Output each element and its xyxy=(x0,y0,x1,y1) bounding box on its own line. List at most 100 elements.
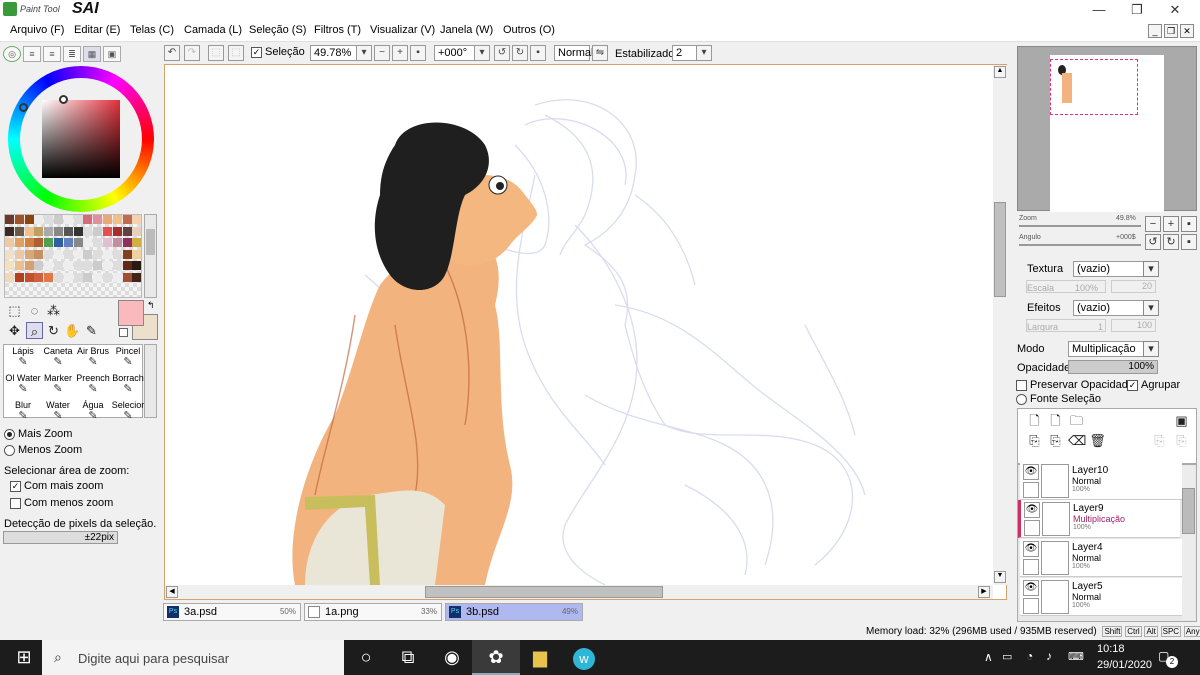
color-swatch[interactable] xyxy=(63,238,73,247)
nav-zoom-in-icon[interactable]: + xyxy=(1163,216,1179,232)
color-swatch[interactable] xyxy=(112,215,122,224)
color-swatch[interactable] xyxy=(132,272,142,282)
minimize-button[interactable]: — xyxy=(1082,0,1116,20)
mdi-restore-button[interactable]: ❐ xyxy=(1164,24,1178,38)
artwork[interactable] xyxy=(165,65,993,585)
color-swatch[interactable] xyxy=(34,249,44,259)
new-linework-layer-icon[interactable]: 🗋 xyxy=(1047,412,1064,429)
copy-layer-icon[interactable]: ⎘ xyxy=(1026,432,1043,449)
nav-zoom-reset-icon[interactable]: ▪ xyxy=(1181,216,1197,232)
color-swatch[interactable] xyxy=(93,261,103,270)
blend-field[interactable]: Normal xyxy=(554,45,593,61)
eyedropper-icon[interactable]: ✎ xyxy=(83,322,100,339)
pixel-detect-slider[interactable]: ±22pix xyxy=(3,531,118,544)
hand-icon[interactable]: ✋ xyxy=(64,322,81,339)
maximize-button[interactable]: ❐ xyxy=(1120,0,1154,20)
menu-camada[interactable]: Camada (L) xyxy=(184,24,242,36)
color-swatch[interactable] xyxy=(103,226,112,236)
layer-row[interactable]: 👁 Layer5 Normal 100% xyxy=(1020,578,1182,616)
lock-toggle[interactable] xyxy=(1023,559,1039,575)
color-swatch[interactable] xyxy=(14,215,24,224)
color-swatch[interactable] xyxy=(34,238,44,247)
color-swatch[interactable] xyxy=(132,249,142,259)
brush-slot[interactable]: Preench ✎ xyxy=(74,373,112,401)
nav-zoom-out-icon[interactable]: − xyxy=(1145,216,1161,232)
color-swatch[interactable] xyxy=(83,249,93,259)
mdi-minimize-button[interactable]: _ xyxy=(1148,24,1162,38)
color-swatch[interactable] xyxy=(54,226,63,236)
zoom-in-icon[interactable]: + xyxy=(392,45,408,61)
nav-rotate-left-icon[interactable]: ↺ xyxy=(1145,234,1161,250)
color-swatch[interactable] xyxy=(63,261,73,270)
lock-toggle[interactable] xyxy=(1023,598,1039,614)
color-swatch[interactable] xyxy=(54,215,63,224)
zoom-field[interactable]: 49.78% xyxy=(310,45,360,61)
clock-date[interactable]: 29/01/2020 xyxy=(1097,659,1152,671)
eye-icon[interactable]: 👁 xyxy=(1024,502,1040,518)
delete-layer-icon[interactable]: 🗑 xyxy=(1089,432,1106,449)
nav-rotate-right-icon[interactable]: ↻ xyxy=(1163,234,1179,250)
primary-color-swatch[interactable] xyxy=(118,300,144,326)
opacity-slider[interactable]: 100% xyxy=(1068,360,1158,374)
menu-janela[interactable]: Janela (W) xyxy=(440,24,493,36)
rotate-right-icon[interactable]: ↻ xyxy=(512,45,528,61)
close-button[interactable]: ✕ xyxy=(1158,0,1192,20)
nav-rotate-reset-icon[interactable]: ▪ xyxy=(1181,234,1197,250)
move-icon[interactable]: ✥ xyxy=(6,322,23,339)
deselect-icon[interactable]: ⬚ xyxy=(208,45,224,61)
layer-list-scrollbar[interactable] xyxy=(1182,466,1195,620)
hsv-slider-mode-button[interactable]: ≡ xyxy=(43,46,61,62)
color-picker-handle[interactable] xyxy=(59,95,68,104)
color-swatch[interactable] xyxy=(34,226,44,236)
file-explorer-icon[interactable]: ▆ xyxy=(516,640,564,675)
color-swatch[interactable] xyxy=(112,249,122,259)
color-swatch[interactable] xyxy=(132,238,142,247)
color-swatch[interactable] xyxy=(34,272,44,282)
brush-slot[interactable]: Borrach ✎ xyxy=(109,373,147,401)
color-swatch[interactable] xyxy=(63,215,73,224)
with-less-zoom-checkbox[interactable]: Com menos zoom xyxy=(10,497,113,509)
color-swatch[interactable] xyxy=(44,249,54,259)
new-layer-icon[interactable]: 🗋 xyxy=(1026,412,1043,429)
color-swatch[interactable] xyxy=(54,238,63,247)
nav-zoom-slider[interactable] xyxy=(1019,225,1141,227)
color-swatch[interactable] xyxy=(73,272,83,282)
color-swatch[interactable] xyxy=(103,249,112,259)
color-swatch[interactable] xyxy=(24,261,34,270)
merge-down-icon[interactable]: ⎘ xyxy=(1151,432,1168,449)
color-swatch[interactable] xyxy=(122,249,132,259)
canvas-area[interactable] xyxy=(164,64,1007,600)
brush-slot[interactable]: Water ✎ xyxy=(39,400,77,428)
color-swatch[interactable] xyxy=(103,261,112,270)
color-swatch[interactable] xyxy=(24,249,34,259)
with-more-zoom-checkbox[interactable]: ✓ Com mais zoom xyxy=(10,480,103,492)
color-swatch[interactable] xyxy=(24,272,34,282)
color-swatch[interactable] xyxy=(14,272,24,282)
color-swatch[interactable] xyxy=(122,215,132,224)
navigator-preview[interactable] xyxy=(1017,46,1197,212)
color-swatch[interactable] xyxy=(122,272,132,282)
clock-time[interactable]: 10:18 xyxy=(1097,643,1125,655)
stabilizer-dropdown-icon[interactable]: ▾ xyxy=(696,45,712,61)
eye-icon[interactable]: 👁 xyxy=(1023,580,1039,596)
color-swatch[interactable] xyxy=(63,226,73,236)
lasso-icon[interactable]: ◌ xyxy=(26,302,43,319)
transfer-layer-icon[interactable]: ⎘ xyxy=(1047,432,1064,449)
zoom-out-icon[interactable]: − xyxy=(374,45,390,61)
new-folder-icon[interactable]: 🗀 xyxy=(1068,412,1085,429)
menu-selecao[interactable]: Seleção (S) xyxy=(249,24,306,36)
wifi-icon[interactable]: ◔ xyxy=(1026,649,1033,663)
menu-filtros[interactable]: Filtros (T) xyxy=(314,24,361,36)
color-swatch[interactable] xyxy=(132,226,142,236)
color-swatch[interactable] xyxy=(122,238,132,247)
invert-selection-icon[interactable]: ⬚ xyxy=(228,45,244,61)
rotate-icon[interactable]: ↻ xyxy=(45,322,62,339)
color-swatch[interactable] xyxy=(83,215,93,224)
color-swatch[interactable] xyxy=(93,238,103,247)
color-swatch[interactable] xyxy=(14,238,24,247)
network-icon[interactable]: ▭ xyxy=(1002,650,1012,663)
rotate-reset-icon[interactable]: ▪ xyxy=(530,45,546,61)
color-swatch[interactable] xyxy=(44,215,54,224)
color-swatch[interactable] xyxy=(14,261,24,270)
brush-slot[interactable]: Lápis ✎ xyxy=(4,346,42,374)
